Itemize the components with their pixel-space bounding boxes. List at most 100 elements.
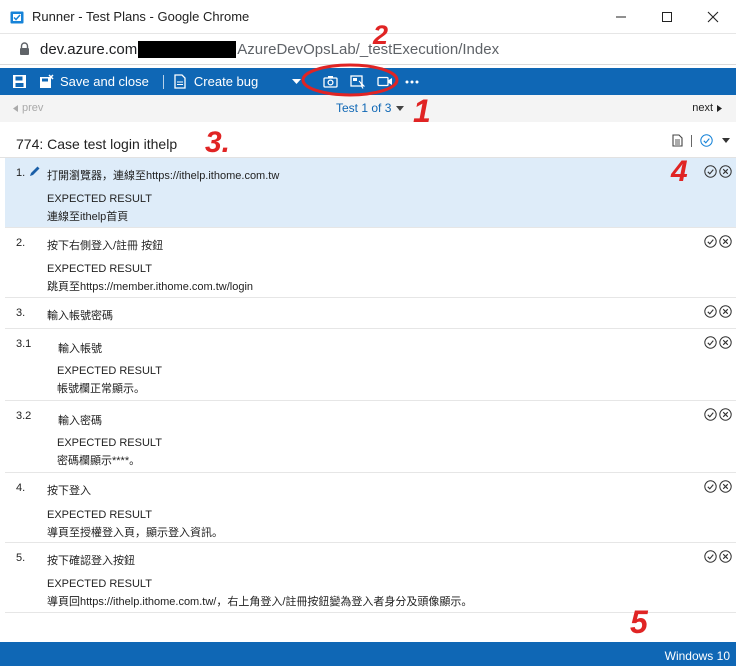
test-case-title: 774: Case test login ithelp	[16, 136, 178, 152]
step-outcome-buttons	[704, 165, 732, 178]
test-counter-label: Test 1 of 3	[336, 101, 392, 115]
pass-check-icon[interactable]	[704, 165, 717, 178]
url-path: AzureDevOpsLab/_testExecution/Index	[237, 40, 500, 58]
step-number: 5.	[16, 552, 26, 564]
close-window-button[interactable]	[690, 0, 736, 34]
pass-check-icon[interactable]	[704, 550, 717, 563]
step-outcome-buttons	[704, 550, 732, 563]
pass-check-icon[interactable]	[704, 305, 717, 318]
step-outcome-buttons	[704, 305, 732, 318]
fail-x-icon[interactable]	[719, 550, 732, 563]
expected-result-label: EXPECTED RESULT	[57, 365, 162, 377]
window-title-bar: Runner - Test Plans - Google Chrome	[0, 0, 736, 34]
test-counter-dropdown[interactable]: Test 1 of 3	[336, 101, 405, 115]
fail-x-icon[interactable]	[719, 235, 732, 248]
test-step-row[interactable]: 3. 輸入帳號密碼	[5, 298, 736, 329]
expected-result-label: EXPECTED RESULT	[47, 509, 152, 521]
step-number: 3.2	[16, 410, 32, 422]
expected-result-text: 導頁回https://ithelp.ithome.com.tw/，右上角登入/註…	[47, 596, 473, 608]
lock-icon	[20, 42, 29, 55]
step-action: 輸入密碼	[58, 415, 102, 427]
fail-x-icon[interactable]	[719, 480, 732, 493]
create-bug-label: Create bug	[193, 74, 259, 89]
pencil-icon[interactable]	[29, 165, 41, 177]
caret-down-icon	[396, 105, 405, 111]
step-outcome-buttons	[704, 408, 732, 421]
expected-result-text: 密碼欄顯示****。	[57, 455, 141, 467]
more-icon	[405, 80, 419, 83]
minimize-icon	[616, 16, 626, 17]
step-outcome-buttons	[704, 235, 732, 248]
pass-check-icon[interactable]	[704, 480, 717, 493]
expected-result-label: EXPECTED RESULT	[57, 437, 162, 449]
step-number: 3.	[16, 307, 26, 319]
pass-check-icon[interactable]	[704, 408, 717, 421]
test-step-row[interactable]: 3.1 輸入帳號 EXPECTED RESULT 帳號欄正常顯示。	[5, 329, 736, 401]
test-case-header: 774: Case test login ithelp	[0, 122, 736, 158]
save-and-close-label: Save and close	[60, 74, 149, 89]
save-icon	[13, 75, 26, 88]
maximize-button[interactable]	[644, 0, 690, 34]
azure-test-plans-icon	[10, 11, 24, 23]
minimize-button[interactable]	[598, 0, 644, 34]
step-outcome-buttons	[704, 336, 732, 349]
url-host: dev.azure.com	[40, 40, 138, 58]
pass-check-icon[interactable]	[704, 235, 717, 248]
test-step-row[interactable]: 1. 打開瀏覽器，連線至https://ithelp.ithome.com.tw…	[5, 158, 736, 228]
step-action: 按下右側登入/註冊 按鈕	[47, 240, 164, 252]
test-case-tools	[672, 134, 730, 147]
prev-button[interactable]: prev	[13, 102, 43, 114]
test-navigation-bar: prev Test 1 of 3 next	[0, 95, 736, 122]
step-number: 4.	[16, 482, 26, 494]
test-step-row[interactable]: 3.2 輸入密碼 EXPECTED RESULT 密碼欄顯示****。	[5, 401, 736, 473]
status-bar: Windows 10	[0, 642, 736, 666]
fail-x-icon[interactable]	[719, 165, 732, 178]
create-bug-dropdown[interactable]	[292, 68, 302, 95]
url-text: dev.azure.com AzureDevOpsLab/_testExecut…	[40, 40, 500, 58]
fail-x-icon[interactable]	[719, 305, 732, 318]
fail-x-icon[interactable]	[719, 408, 732, 421]
test-step-row[interactable]: 2. 按下右側登入/註冊 按鈕 EXPECTED RESULT 跳頁至https…	[5, 228, 736, 298]
step-outcome-buttons	[704, 480, 732, 493]
redacted-organization	[138, 40, 237, 58]
step-action: 打開瀏覽器，連線至https://ithelp.ithome.com.tw	[47, 170, 280, 182]
status-text: Windows 10	[664, 649, 730, 663]
window-title: Runner - Test Plans - Google Chrome	[32, 9, 250, 24]
save-and-close-button[interactable]: Save and close	[39, 68, 149, 95]
document-icon	[174, 74, 186, 89]
expected-result-text: 跳頁至https://member.ithome.com.tw/login	[47, 281, 254, 293]
record-video-button[interactable]	[377, 68, 393, 95]
save-button[interactable]	[12, 68, 27, 95]
expected-result-text: 連線至ithelp首頁	[47, 211, 129, 223]
next-button[interactable]: next	[692, 102, 722, 114]
address-bar[interactable]: dev.azure.com AzureDevOpsLab/_testExecut…	[0, 34, 736, 65]
close-icon	[707, 11, 719, 22]
camera-icon	[323, 76, 338, 88]
expected-result-label: EXPECTED RESULT	[47, 578, 152, 590]
maximize-icon	[662, 11, 672, 22]
test-step-row[interactable]: 5. 按下確認登入按鈕 EXPECTED RESULT 導頁回https://i…	[5, 543, 736, 613]
expected-result-label: EXPECTED RESULT	[47, 193, 152, 205]
capture-actions-button[interactable]	[350, 68, 366, 95]
step-action: 按下確認登入按鈕	[47, 555, 135, 567]
test-outcome-pass-icon[interactable]	[700, 134, 713, 147]
caret-down-icon	[292, 78, 302, 84]
save-close-icon	[40, 74, 54, 88]
step-action: 按下登入	[47, 485, 91, 497]
test-steps-list: 1. 打開瀏覽器，連線至https://ithelp.ithome.com.tw…	[5, 158, 736, 642]
capture-actions-icon	[350, 74, 366, 89]
capture-screenshot-button[interactable]	[323, 68, 338, 95]
next-label: next	[692, 102, 713, 114]
step-number: 3.1	[16, 338, 32, 350]
notes-icon[interactable]	[672, 134, 683, 147]
caret-down-icon[interactable]	[722, 138, 730, 143]
pass-check-icon[interactable]	[704, 336, 717, 349]
test-step-row[interactable]: 4. 按下登入 EXPECTED RESULT 導頁至授權登入頁，顯示登入資訊。	[5, 473, 736, 543]
create-bug-button[interactable]: Create bug	[174, 68, 258, 95]
fail-x-icon[interactable]	[719, 336, 732, 349]
step-action: 輸入帳號密碼	[47, 310, 113, 322]
more-options-button[interactable]	[405, 68, 419, 95]
tools-divider	[691, 134, 692, 147]
runner-toolbar: Save and close Create bug	[0, 68, 736, 95]
prev-label: prev	[22, 102, 44, 114]
